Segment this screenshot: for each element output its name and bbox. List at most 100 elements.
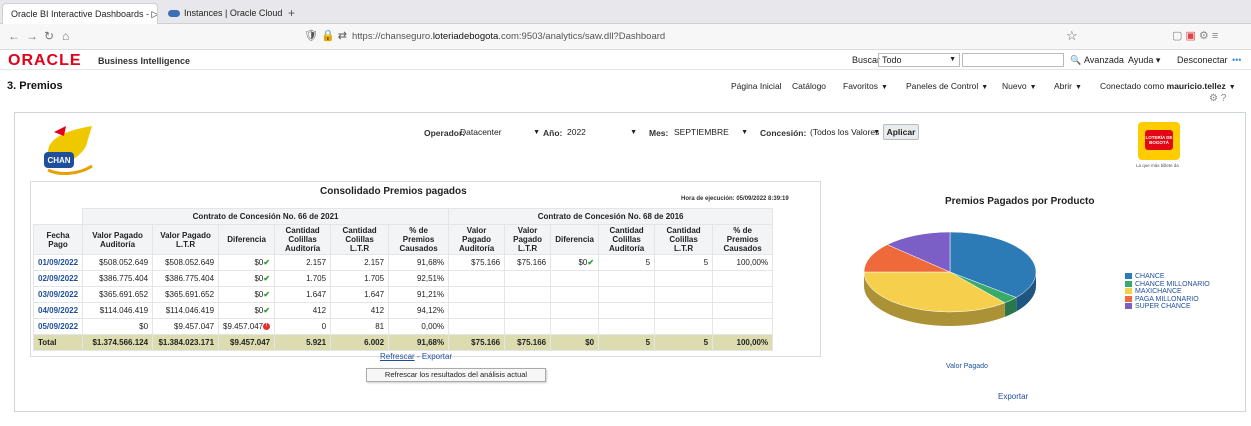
table-cell: $9.457.047 [152,318,220,335]
column-header[interactable]: Cantidad Colillas Auditoría [598,224,656,255]
table-cell: $508.052.649 [152,254,220,271]
column-header[interactable]: Cantidad Colillas L.T.R [654,224,714,255]
chevron-down-icon: ▼ [981,84,989,91]
date-cell[interactable]: 01/09/2022 [32,254,84,271]
reload-icon[interactable]: ↻ [44,29,54,43]
legend-label: CHANCE [1135,273,1165,280]
table-cell: $114.046.419 [82,302,154,319]
new-menu[interactable]: Nuevo ▼ [1002,81,1037,91]
chevron-down-icon: ▼ [1029,84,1037,91]
extension-icons[interactable]: ▢ ▣ ⚙ ≡ [1172,29,1218,42]
column-header[interactable]: Diferencia [218,224,276,255]
export-link[interactable]: - Exportar [417,352,452,361]
table-cell [598,270,656,287]
table-cell [654,270,714,287]
refresh-link[interactable]: Refrescar [380,352,415,361]
refresh-tooltip: Refrescar los resultados del análisis ac… [366,368,546,382]
operador-select[interactable]: Datacenter ▼ [460,126,540,139]
advanced-search-link[interactable]: Avanzada [1084,55,1124,65]
table-cell [712,302,774,319]
table-cell: 100,00% [712,254,774,271]
total-cell: 5.921 [274,334,332,351]
user-menu[interactable]: Conectado como mauricio.tellez ▼ [1100,81,1236,91]
table-cell: 0,00% [388,318,450,335]
table-cell [550,302,600,319]
settings-icons[interactable]: ⚙ ? [1209,93,1226,104]
loteria-bogota-logo: LOTERÍA DE BOGOTÁ [1138,122,1180,160]
total-cell: 100,00% [712,334,774,351]
table-cell: 1.647 [274,286,332,303]
bookmark-star-icon[interactable]: ☆ [1066,28,1078,44]
date-cell[interactable]: 04/09/2022 [32,302,84,319]
back-icon[interactable]: ← [8,29,20,43]
column-header[interactable]: Cantidad Colillas Auditoría [274,224,332,255]
open-menu[interactable]: Abrir ▼ [1054,81,1082,91]
table-cell: 94,12% [388,302,450,319]
favorites-menu[interactable]: Favoritos ▼ [843,81,888,91]
home-icon[interactable]: ⌂ [62,29,69,43]
column-header[interactable]: % de Premios Causados [712,224,774,255]
date-cell[interactable]: 03/09/2022 [32,286,84,303]
total-cell: $1.374.566.124 [82,334,154,351]
column-header[interactable]: Cantidad Colillas L.T.R [330,224,390,255]
help-menu[interactable]: Ayuda ▾ [1128,55,1160,66]
column-header[interactable]: Valor Pagado L.T.R [152,224,220,255]
mes-select[interactable]: SEPTIEMBRE ▼ [674,126,748,139]
anio-select[interactable]: 2022 ▼ [567,126,637,139]
address-bar[interactable]: https://chanseguro.loteriadebogota.com:9… [352,27,1052,47]
table-cell [712,318,774,335]
table-cell: 412 [330,302,390,319]
url-prefix: https://chanseguro. [352,31,433,42]
mes-label: Mes: [649,128,669,138]
table-cell [712,286,774,303]
home-page-link[interactable]: Página Inicial [731,81,782,91]
search-icon[interactable]: 🔍 [1070,55,1081,66]
table-cell [598,318,656,335]
date-cell[interactable]: 02/09/2022 [32,270,84,287]
table-cell: 81 [330,318,390,335]
more-icon[interactable]: ••• [1232,55,1241,65]
dashboards-label: Paneles de Control [906,81,979,91]
chevron-down-icon: ▼ [880,84,888,91]
column-header[interactable]: % de Premios Causados [388,224,450,255]
table-cell [598,302,656,319]
logout-link[interactable]: Desconectar [1177,55,1228,65]
new-label: Nuevo [1002,81,1027,91]
column-header[interactable]: Valor Pagado Auditoría [448,224,506,255]
table-row: 04/09/2022 $114.046.419 $114.046.419 $0✔… [32,302,774,319]
check-icon: ✔ [263,290,271,299]
favorites-label: Favoritos [843,81,878,91]
table-cell: 1.705 [274,270,332,287]
column-header[interactable]: Valor Pagado Auditoría [82,224,154,255]
column-header[interactable]: Diferencia [550,224,600,255]
legend-swatch [1125,280,1132,287]
table-cell: 91,21% [388,286,450,303]
forward-icon[interactable]: → [26,29,38,43]
table-cell: $75.166 [504,254,552,271]
check-icon: ✔ [263,258,271,267]
table-cell: $114.046.419 [152,302,220,319]
pie-slices [863,231,1037,313]
apply-button[interactable]: Aplicar [883,124,919,140]
tab-oracle-bi[interactable]: Oracle BI Interactive Dashboards - ▷✕ [2,3,158,24]
concesion-value: (Todos los Valores [810,127,880,137]
total-cell: $9.457.047 [218,334,276,351]
chevron-down-icon: ▼ [1228,84,1236,91]
pie-chart[interactable] [860,222,1040,342]
dashboards-menu[interactable]: Paneles de Control ▼ [906,81,988,91]
tab-oracle-cloud[interactable]: Instances | Oracle Cloud Infrastr✕ [160,3,282,24]
column-header[interactable]: Valor Pagado L.T.R [504,224,552,255]
new-tab-icon[interactable]: + [288,3,295,23]
date-cell[interactable]: 05/09/2022 [32,318,84,335]
pie-export-link[interactable]: Exportar [998,392,1028,401]
legend-swatch [1125,273,1132,280]
column-header[interactable]: Fecha Pago [32,224,84,255]
search-input[interactable] [962,53,1064,67]
table-cell: $0✔ [218,254,276,271]
table-cell: 0 [274,318,332,335]
search-scope-select[interactable]: Todo ▼ [878,53,960,67]
concesion-select[interactable]: (Todos los Valores ▼ [810,126,880,139]
table-cell: $386.775.404 [152,270,220,287]
catalog-link[interactable]: Catálogo [792,81,826,91]
pie-title: Premios Pagados por Producto [945,196,1095,207]
